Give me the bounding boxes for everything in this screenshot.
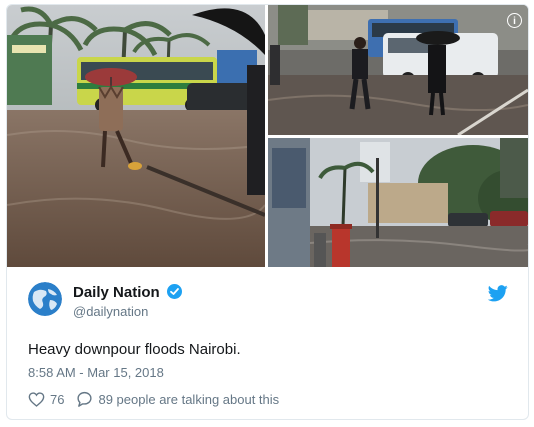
photo-flooded-road-trees[interactable] bbox=[268, 138, 528, 267]
photo-flooded-street-woman[interactable] bbox=[7, 5, 265, 267]
author-handle[interactable]: @dailynation bbox=[73, 304, 148, 319]
verified-badge-icon bbox=[166, 284, 182, 299]
tweet-card[interactable]: i Daily Nation @dailynation Heavy downpo… bbox=[6, 4, 529, 420]
photo-pedestrians-van[interactable]: i bbox=[268, 5, 528, 135]
avatar[interactable] bbox=[28, 282, 62, 316]
author-name-row[interactable]: Daily Nation bbox=[73, 284, 182, 301]
conversation-link[interactable]: 89 people are talking about this bbox=[76, 391, 279, 407]
globe-logo-icon bbox=[28, 282, 62, 316]
tweet-timestamp[interactable]: 8:58 AM - Mar 15, 2018 bbox=[28, 365, 164, 380]
like-button[interactable]: 76 bbox=[28, 392, 64, 407]
author-name[interactable]: Daily Nation bbox=[73, 284, 160, 301]
info-icon[interactable]: i bbox=[507, 13, 522, 28]
photo-grid: i bbox=[7, 5, 528, 267]
heart-icon bbox=[28, 391, 45, 407]
bird-icon[interactable] bbox=[488, 285, 508, 302]
speech-bubble-icon bbox=[77, 391, 93, 407]
talking-count: 89 people are talking about this bbox=[98, 391, 280, 407]
tweet-actions: 76 89 people are talking about this bbox=[28, 391, 291, 407]
like-count: 76 bbox=[50, 391, 65, 407]
tweet-text: Heavy downpour floods Nairobi. bbox=[28, 341, 241, 358]
